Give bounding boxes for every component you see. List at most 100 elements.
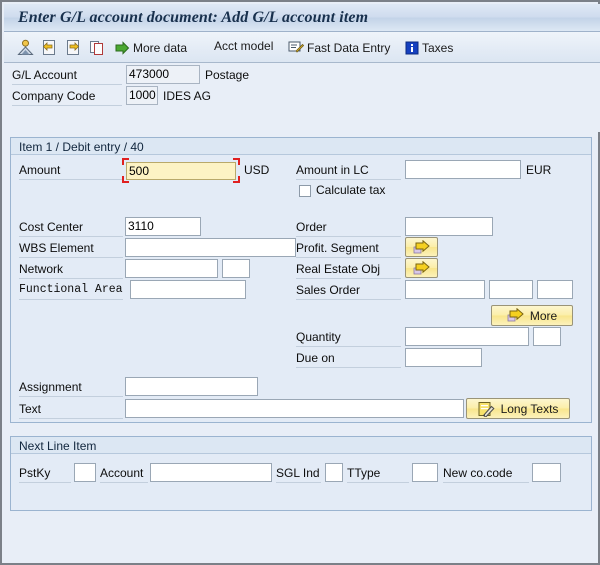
order-field[interactable] (405, 217, 493, 236)
calculate-tax-checkbox[interactable] (299, 185, 311, 197)
amount-lc-label-underline (296, 179, 401, 180)
real-estate-label: Real Estate Obj (296, 262, 381, 276)
green-arrow-icon (114, 40, 130, 56)
sales-order-item-field[interactable] (489, 280, 533, 299)
taxes-button[interactable]: Taxes (405, 36, 453, 59)
real-estate-button[interactable] (405, 258, 438, 278)
amount-lc-label: Amount in LC (296, 163, 369, 177)
ttype-field[interactable] (412, 463, 438, 482)
company-code-label: Company Code (12, 89, 96, 103)
network-label-underline (19, 278, 123, 279)
acct-model-button[interactable]: Acct model (214, 39, 273, 53)
quantity-field[interactable] (405, 327, 529, 346)
new-cocode-field[interactable] (532, 463, 561, 482)
ttype-label: TType (347, 466, 381, 480)
company-code-field[interactable]: 1000 (126, 86, 158, 105)
order-label: Order (296, 220, 327, 234)
focus-corner-tr (233, 158, 240, 165)
item-group-body: Amount 500 USD Amount in LC EUR Calculat… (11, 155, 591, 422)
more-button-label: More (529, 308, 558, 323)
sgl-ind-field[interactable] (325, 463, 343, 482)
cost-center-label-underline (19, 236, 123, 237)
document-back-arrow-icon (41, 39, 57, 56)
long-texts-button[interactable]: Long Texts (466, 398, 570, 419)
profit-segment-label-underline (296, 257, 401, 258)
gl-account-text: Postage (205, 68, 250, 82)
profit-segment-label: Profit. Segment (296, 241, 379, 255)
long-texts-label: Long Texts (500, 401, 559, 416)
company-code-label-underline (12, 105, 122, 106)
text-label-underline (19, 418, 123, 419)
due-on-label: Due on (296, 351, 335, 365)
account-field[interactable] (150, 463, 272, 482)
title-bar: Enter G/L account document: Add G/L acco… (4, 4, 600, 32)
sales-order-field[interactable] (405, 280, 485, 299)
text-field[interactable] (125, 399, 464, 418)
pstky-label-underline (19, 482, 71, 483)
quantity-unit-field[interactable] (533, 327, 561, 346)
new-cocode-label: New co.code (443, 466, 513, 480)
previous-item-button[interactable] (41, 36, 61, 59)
pstky-field[interactable] (74, 463, 96, 482)
next-line-item-header: Next Line Item (11, 437, 591, 454)
sales-order-label-underline (296, 299, 401, 300)
yellow-arrow-icon (413, 239, 430, 255)
assignment-label-underline (19, 396, 123, 397)
document-forward-arrow-icon (65, 39, 81, 56)
functional-area-field[interactable] (130, 280, 246, 299)
amount-field[interactable]: 500 (126, 162, 236, 180)
more-data-button[interactable]: More data (114, 36, 187, 59)
toolbar: More data Acct model Fast Data Entry Tax… (4, 32, 600, 63)
gl-account-label: G/L Account (12, 68, 77, 82)
fast-data-entry-label: Fast Data Entry (307, 40, 391, 55)
sales-order-schedule-field[interactable] (537, 280, 573, 299)
quantity-label: Quantity (296, 330, 341, 344)
item-group: Item 1 / Debit entry / 40 Amount 500 USD… (10, 137, 592, 423)
copy-button[interactable] (89, 36, 109, 59)
amount-lc-currency: EUR (526, 163, 552, 177)
sgl-ind-label: SGL Ind (276, 466, 320, 480)
header-fields: G/L Account 473000 Postage Company Code … (4, 63, 600, 132)
fast-data-entry-button[interactable]: Fast Data Entry (288, 36, 390, 59)
more-data-label: More data (133, 40, 188, 55)
focus-corner-tl (122, 158, 129, 165)
item-group-header: Item 1 / Debit entry / 40 (11, 138, 591, 155)
taxes-label: Taxes (422, 40, 454, 55)
due-on-label-underline (296, 367, 401, 368)
cost-center-field[interactable]: 3110 (125, 217, 201, 236)
wbs-element-field[interactable] (125, 238, 296, 257)
long-texts-pencil-icon (478, 401, 495, 418)
amount-field-focus-wrapper: 500 (122, 158, 240, 183)
gl-account-field[interactable]: 473000 (126, 65, 200, 84)
amount-lc-field[interactable] (405, 160, 521, 179)
new-cocode-label-underline (443, 482, 529, 483)
assignment-field[interactable] (125, 377, 258, 396)
info-icon (405, 41, 419, 55)
fast-entry-icon (288, 40, 305, 55)
more-button[interactable]: More (491, 305, 573, 326)
quantity-label-underline (296, 346, 401, 347)
wbs-element-label-underline (19, 257, 123, 258)
network-activity-field[interactable] (222, 259, 250, 278)
order-label-underline (296, 236, 401, 237)
assignment-label: Assignment (19, 380, 82, 394)
account-person-button[interactable] (17, 36, 37, 59)
functional-area-label-underline (19, 299, 123, 300)
sales-order-label: Sales Order (296, 283, 361, 297)
page-title: Enter G/L account document: Add G/L acco… (18, 9, 369, 26)
pstky-label: PstKy (19, 466, 51, 480)
network-label: Network (19, 262, 64, 276)
amount-label: Amount (19, 163, 61, 177)
next-line-item-title: Next Line Item (19, 439, 97, 453)
real-estate-label-underline (296, 278, 401, 279)
yellow-arrow-icon (413, 260, 430, 276)
due-on-field[interactable] (405, 348, 482, 367)
network-field[interactable] (125, 259, 218, 278)
yellow-arrow-icon (507, 307, 524, 323)
profit-segment-button[interactable] (405, 237, 438, 257)
amount-currency: USD (244, 163, 270, 177)
cost-center-label: Cost Center (19, 220, 84, 234)
copy-icon (89, 39, 105, 56)
account-label: Account (100, 466, 144, 480)
next-item-button[interactable] (65, 36, 85, 59)
